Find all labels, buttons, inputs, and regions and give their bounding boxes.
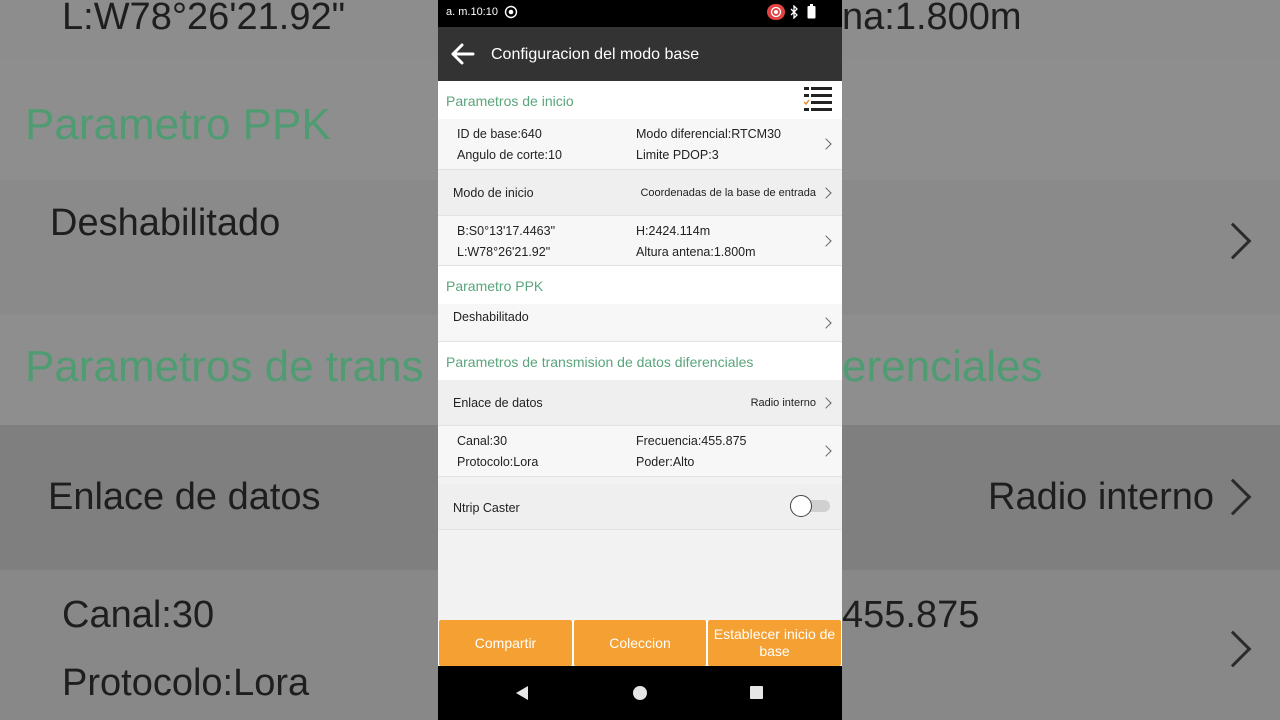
chevron-right-icon <box>820 187 832 199</box>
phone-screen: a. m.10:10 Configuracion del modo base P… <box>438 0 842 720</box>
record-icon <box>767 4 785 20</box>
toggle-knob <box>790 495 812 517</box>
page-title: Configuracion del modo base <box>491 46 700 63</box>
frequency: Frecuencia:455.875 <box>636 434 747 448</box>
ppk-value: Deshabilitado <box>453 310 529 324</box>
chevron-right-icon <box>820 235 832 247</box>
pdop-limit: Limite PDOP:3 <box>636 148 719 162</box>
checklist-icon[interactable] <box>804 85 832 115</box>
chevron-right-icon <box>820 445 832 457</box>
bg-text: 455.875 <box>842 594 980 636</box>
diff-mode: Modo diferencial:RTCM30 <box>636 127 781 141</box>
radio-params-row[interactable]: Canal:30 Frecuencia:455.875 Protocolo:Lo… <box>438 426 842 477</box>
latitude: B:S0°13'17.4463" <box>457 224 556 238</box>
start-mode-row[interactable]: Modo de inicio Coordenadas de la base de… <box>438 170 842 216</box>
start-mode-value: Coordenadas de la base de entrada <box>640 187 816 199</box>
section-header-start: Parametros de inicio <box>438 81 842 119</box>
action-buttons: Compartir Coleccion Establecer inicio de… <box>438 620 842 666</box>
bg-text: Enlace de datos <box>48 476 321 518</box>
section-title: Parametro PPK <box>446 278 544 294</box>
settings-list: Parametros de inicio ID de base:640 Modo… <box>438 81 842 620</box>
arrow-left-icon[interactable] <box>448 40 476 68</box>
longitude: L:W78°26'21.92" <box>457 245 551 259</box>
bg-text: Parametros de trans <box>25 342 424 391</box>
nav-recents-icon[interactable] <box>750 686 763 699</box>
ntrip-label: Ntrip Caster <box>453 501 520 515</box>
section-header-ppk: Parametro PPK <box>438 266 842 304</box>
bg-text: na:1.800m <box>842 0 1022 38</box>
chevron-right-icon <box>820 317 832 329</box>
system-nav-bar <box>438 666 842 720</box>
bg-text: erenciales <box>842 342 1043 391</box>
antenna-height: Altura antena:1.800m <box>636 245 756 259</box>
section-title: Parametros de transmision de datos difer… <box>446 354 754 370</box>
collection-button[interactable]: Coleccion <box>574 620 706 666</box>
bg-text: Canal:30 <box>62 594 215 636</box>
status-bar: a. m.10:10 <box>438 0 842 27</box>
focus-icon <box>504 5 518 19</box>
ppk-row[interactable]: Deshabilitado <box>438 304 842 342</box>
bg-text: Deshabilitado <box>50 202 281 244</box>
start-mode-label: Modo de inicio <box>453 186 534 200</box>
height: H:2424.114m <box>636 224 711 238</box>
bg-text: Radio interno <box>988 476 1215 518</box>
share-button[interactable]: Compartir <box>439 620 572 666</box>
data-link-row[interactable]: Enlace de datos Radio interno <box>438 380 842 426</box>
ntrip-row: Ntrip Caster <box>438 484 842 530</box>
power: Poder:Alto <box>636 455 695 469</box>
section-title: Parametros de inicio <box>446 93 574 109</box>
base-id: ID de base:640 <box>457 127 542 141</box>
chevron-right-icon <box>820 138 832 150</box>
start-base-button[interactable]: Establecer inicio de base <box>708 620 841 666</box>
bg-text: Protocolo:Lora <box>62 662 310 704</box>
bluetooth-icon <box>790 5 798 19</box>
cutoff-angle: Angulo de corte:10 <box>457 148 562 162</box>
app-bar: Configuracion del modo base <box>438 27 842 81</box>
section-header-transmission: Parametros de transmision de datos difer… <box>438 342 842 380</box>
base-params-row[interactable]: ID de base:640 Modo diferencial:RTCM30 A… <box>438 119 842 170</box>
battery-icon <box>807 4 816 19</box>
channel: Canal:30 <box>457 434 508 448</box>
nav-home-icon[interactable] <box>633 686 647 700</box>
data-link-value: Radio interno <box>750 397 816 409</box>
status-time: a. m.10:10 <box>446 6 498 18</box>
ntrip-toggle[interactable] <box>790 495 832 517</box>
chevron-right-icon <box>820 397 832 409</box>
bg-text: L:W78°26'21.92" <box>62 0 346 38</box>
protocol: Protocolo:Lora <box>457 455 539 469</box>
data-link-label: Enlace de datos <box>453 396 543 410</box>
bg-text: Parametro PPK <box>25 100 331 149</box>
coordinates-row[interactable]: B:S0°13'17.4463" H:2424.114m L:W78°26'21… <box>438 216 842 266</box>
nav-back-icon[interactable] <box>516 686 528 700</box>
